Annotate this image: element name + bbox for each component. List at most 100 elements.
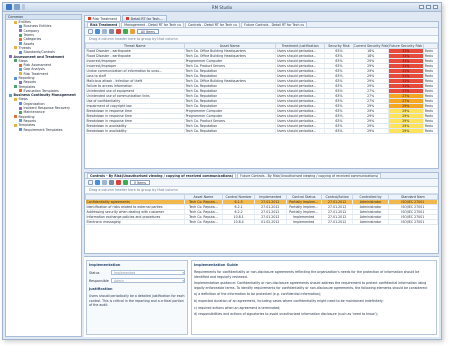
subtab-future-controls[interactable]: Future Controls - Detail RT for Tech cu xyxy=(241,22,308,27)
table-cell: ISO/IEC 27001 xyxy=(388,219,438,225)
status-label: Status xyxy=(89,270,100,275)
status-select[interactable]: Implemented ▾ xyxy=(111,270,185,275)
export-icon[interactable] xyxy=(123,180,128,185)
table-cell: Tech Co. Reputation xyxy=(184,128,277,134)
controls-table-body: Confidentiality agreements Tech Co. Reput… xyxy=(85,199,438,225)
items-filter-button[interactable]: All Items xyxy=(137,28,159,35)
table-cell: Tech Co. Reputa... xyxy=(184,219,224,225)
filter-icon[interactable] xyxy=(102,180,107,185)
minimize-button[interactable] xyxy=(419,5,424,9)
implementation-box: Implementation Status Implemented ▾ Resp… xyxy=(86,260,188,335)
refresh-icon[interactable] xyxy=(95,29,100,34)
guide-paragraph: a) a definition of the information to be… xyxy=(194,292,322,297)
delete-icon[interactable] xyxy=(116,29,121,34)
column-header[interactable]: Control/Action xyxy=(320,194,354,200)
details-panel: Implementation Status Implemented ▾ Resp… xyxy=(84,256,439,337)
table-row[interactable]: Breakdown in availability Tech Co. Reputa… xyxy=(85,128,438,134)
maintenance-icon xyxy=(19,110,22,114)
threat-icon xyxy=(14,46,17,50)
implementation-guide-box: Implementation Guide Requirements for co… xyxy=(191,260,437,335)
top-toolbar: All Items xyxy=(85,28,438,36)
responsible-select[interactable]: Admin ▾ xyxy=(111,278,185,283)
table-cell: Users should periodica... xyxy=(275,128,326,134)
column-header[interactable]: Control Number xyxy=(222,194,255,200)
report-icon xyxy=(19,80,22,84)
column-header[interactable]: Future Security Risk xyxy=(387,43,424,49)
guide-paragraph: b) expected duration of an agreement, in… xyxy=(194,298,384,303)
tree-items: Entities Business Entities Company Teams Cat… xyxy=(6,20,81,132)
subtab-controls-by-risk[interactable]: Controls - By Risk(Unauthorised viewing … xyxy=(87,173,237,178)
table-cell: Partially Implem... xyxy=(286,199,322,205)
filter-icon[interactable] xyxy=(102,29,107,34)
items-count-button[interactable]: 0 Items xyxy=(130,179,150,186)
standard-icon xyxy=(19,50,22,54)
risk-icon xyxy=(126,17,130,20)
doc-tab-label: Risk Treatment xyxy=(92,16,118,21)
export-icon[interactable] xyxy=(123,29,128,34)
column-header[interactable]: Treatment Justification xyxy=(275,43,326,49)
column-header[interactable]: Security Risk xyxy=(324,43,354,49)
table-cell: Breakdown in availability xyxy=(85,128,185,134)
print-icon[interactable] xyxy=(109,180,114,185)
table-cell: Implemented xyxy=(286,219,322,225)
guide-paragraph: c) required actions when an agreement is… xyxy=(194,305,281,310)
subtab-management[interactable]: Management - Detail RT for Tech cu xyxy=(121,22,185,27)
folder-icon xyxy=(14,85,17,89)
group-by-hint[interactable]: Drag a column header here to group by th… xyxy=(85,187,438,194)
table-cell: 27.01.2012 xyxy=(321,219,354,225)
guide-paragraph: d) responsibilities and actions of signa… xyxy=(194,312,378,317)
report-icon xyxy=(19,119,22,123)
implementation-guide-text: Requirements for confidentiality or non-… xyxy=(194,270,434,317)
risk-treatment-pane: Risk Treatment Management - Detail RT fo… xyxy=(84,21,439,169)
justification-text[interactable]: Users should periodically be a detailed … xyxy=(89,294,185,308)
refresh-icon[interactable] xyxy=(95,180,100,185)
table-cell: Administrator xyxy=(352,219,389,225)
justification-title: Justification xyxy=(89,287,113,291)
table-cell: 29% xyxy=(353,128,389,134)
table-cell: Partially Implem... xyxy=(286,204,322,210)
folder-icon xyxy=(14,76,17,80)
chart-icon[interactable] xyxy=(130,29,135,34)
navigation-tree: Common Entities Business Entities Company T… xyxy=(5,14,82,337)
subtab-future-controls-by-risk[interactable]: Future Controls - By Risk(Unauthorised v… xyxy=(237,173,382,178)
tree-item[interactable]: Business Continuity Management xyxy=(6,93,81,97)
table-row[interactable]: Electronic messaging Tech Co. Reputa... 10… xyxy=(85,219,438,225)
app-window: RM Studio Common Entities Business Entiti… xyxy=(2,2,442,340)
asset-icon xyxy=(19,42,22,46)
main-area: Risk Treatment Detail RT for Tech... Ris… xyxy=(84,14,439,337)
window-title: RM Studio xyxy=(211,4,233,10)
bottom-toolbar: 0 Items xyxy=(85,179,438,187)
delete-icon[interactable] xyxy=(116,180,121,185)
table-cell: Tech Co. Reputa... xyxy=(184,199,224,205)
group-by-hint[interactable]: Drag a column header here to group by th… xyxy=(85,36,438,43)
new-icon[interactable] xyxy=(88,180,93,185)
table-cell: 10.8.4 xyxy=(222,219,255,225)
company-icon xyxy=(19,29,22,33)
doc-tab-label: Detail RT for Tech... xyxy=(130,16,163,21)
category-icon xyxy=(19,37,22,41)
maximize-button[interactable] xyxy=(426,5,431,9)
implementation-title: Implementation xyxy=(89,263,121,267)
tree-item[interactable]: Requirement Templates xyxy=(6,127,81,132)
implementation-guide-title: Implementation Guide xyxy=(194,263,239,267)
folder-icon xyxy=(14,20,17,24)
chevron-down-icon[interactable]: ▾ xyxy=(182,271,184,275)
org-icon xyxy=(19,102,22,106)
subtab-controls[interactable]: Controls - Detail RT for Tech cu xyxy=(185,22,241,27)
column-header[interactable]: Current Security Risk xyxy=(352,43,389,49)
building-icon xyxy=(19,24,22,28)
risk-icon xyxy=(88,17,91,20)
assessment-icon xyxy=(9,55,12,59)
table-cell: Tech Co. Reputa... xyxy=(184,214,224,220)
table-cell: Tech Co. Reputa... xyxy=(184,204,224,210)
controls-table: Asset Name Control Number Implemented Contr… xyxy=(85,194,438,225)
team-icon xyxy=(19,33,22,37)
new-icon[interactable] xyxy=(88,29,93,34)
close-button[interactable] xyxy=(433,5,438,9)
template-icon xyxy=(19,128,22,132)
title-bar: RM Studio xyxy=(3,3,441,12)
subtab-risk-treatment[interactable]: Risk Treatment xyxy=(87,22,121,27)
print-icon[interactable] xyxy=(109,29,114,34)
window-controls xyxy=(419,5,438,9)
chevron-down-icon[interactable]: ▾ xyxy=(182,279,184,283)
